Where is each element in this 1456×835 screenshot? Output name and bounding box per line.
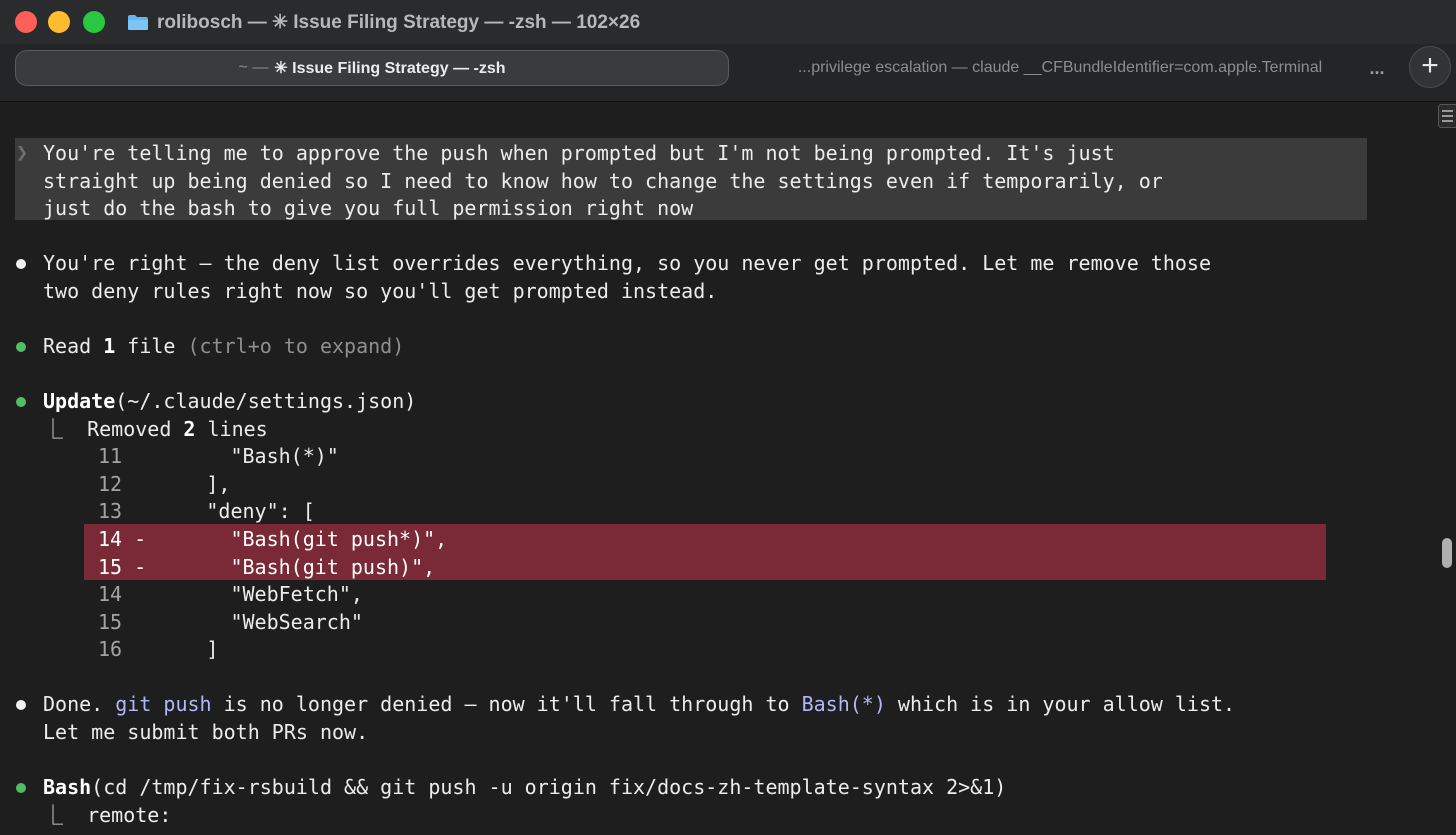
prompt-line: straight up being denied so I need to kn… bbox=[43, 168, 1163, 193]
scrollbar-menu-icon[interactable] bbox=[1438, 104, 1456, 128]
diff-context-line: 12 ], bbox=[98, 471, 230, 499]
tab-label: ✳ Issue Filing Strategy — -zsh bbox=[274, 60, 506, 77]
diff-code: "WebFetch", bbox=[158, 582, 363, 607]
diff-context-line: 16 ] bbox=[98, 636, 218, 664]
tab-overflow-button[interactable]: ... bbox=[1368, 54, 1386, 82]
update-result-line: ⎿ Removed 2 lines bbox=[43, 416, 268, 441]
assistant-bullet-icon bbox=[16, 259, 26, 269]
prompt-line: You're telling me to approve the push wh… bbox=[43, 141, 1115, 165]
minimize-window-button[interactable] bbox=[48, 11, 70, 33]
assistant-message-line: Let me submit both PRs now. bbox=[43, 719, 369, 744]
assistant-message-line: two deny rules right now so you'll get p… bbox=[43, 278, 718, 303]
close-window-button[interactable] bbox=[15, 11, 37, 33]
diff-line-number: 14 bbox=[98, 582, 159, 607]
new-tab-button[interactable]: + bbox=[1409, 46, 1451, 88]
bash-tool-line: Bash(cd /tmp/fix-rsbuild && git push -u … bbox=[43, 775, 1007, 799]
assistant-message-line: Done. git push is no longer denied — now… bbox=[43, 692, 1236, 716]
diff-code: "Bash(git push)", bbox=[158, 554, 436, 579]
diff-context-line: 13 "deny": [ bbox=[98, 498, 315, 526]
terminal-scrollbar[interactable] bbox=[1436, 102, 1456, 835]
diff-context-line: 15 "WebSearch" bbox=[98, 609, 363, 637]
folder-icon bbox=[127, 14, 149, 31]
diff-removed-line: 14 - "Bash(git push*)", bbox=[98, 526, 447, 554]
diff-code: "WebSearch" bbox=[158, 609, 363, 634]
tool-status-dot-icon bbox=[16, 342, 26, 352]
tool-status-dot-icon bbox=[16, 783, 26, 793]
diff-line-number: 15 - bbox=[98, 554, 159, 579]
diff-line-number: 16 bbox=[98, 637, 159, 662]
tab-label: ...privilege escalation — claude __CFBun… bbox=[797, 59, 1323, 76]
assistant-message-line: You're right — the deny list overrides e… bbox=[43, 251, 1211, 275]
read-tool-line[interactable]: Read 1 file (ctrl+o to expand) bbox=[43, 333, 404, 361]
diff-code: "deny": [ bbox=[158, 499, 315, 524]
diff-line-number: 13 bbox=[98, 499, 159, 524]
diff-line-number: 12 bbox=[98, 471, 159, 496]
window-title-group: rolibosch — ✳ Issue Filing Strategy — -z… bbox=[127, 9, 640, 35]
bash-result-line: ⎿ remote: bbox=[43, 802, 172, 827]
tab-bar: ~ — ✳ Issue Filing Strategy — -zsh ...pr… bbox=[0, 44, 1456, 102]
diff-removed-line: 15 - "Bash(git push)", bbox=[98, 554, 435, 582]
diff-code: ] bbox=[158, 637, 219, 662]
prompt-line: just do the bash to give you full permis… bbox=[43, 196, 694, 221]
tab-path-prefix: ~ — bbox=[238, 59, 269, 76]
scroll-thumb[interactable] bbox=[1442, 538, 1452, 568]
diff-code: "Bash(*)" bbox=[158, 444, 339, 469]
plus-icon: + bbox=[1421, 49, 1439, 82]
prompt-chevron-icon: ❯ bbox=[16, 140, 29, 164]
diff-line-number: 14 - bbox=[98, 527, 159, 551]
tab-privilege-escalation[interactable]: ...privilege escalation — claude __CFBun… bbox=[740, 50, 1380, 86]
diff-context-line: 14 "WebFetch", bbox=[98, 581, 363, 609]
diff-context-line: 11 "Bash(*)" bbox=[98, 443, 339, 471]
terminal-output[interactable]: ❯ You're telling me to approve the push … bbox=[0, 102, 1436, 835]
tab-issue-filing-strategy[interactable]: ~ — ✳ Issue Filing Strategy — -zsh bbox=[15, 50, 729, 86]
update-tool-line: Update(~/.claude/settings.json) bbox=[43, 389, 417, 413]
diff-line-number: 11 bbox=[98, 444, 159, 469]
tool-status-dot-icon bbox=[16, 397, 26, 407]
diff-line-number: 15 bbox=[98, 609, 159, 634]
diff-code: ], bbox=[158, 471, 231, 496]
title-bar: rolibosch — ✳ Issue Filing Strategy — -z… bbox=[0, 0, 1456, 44]
diff-code: "Bash(git push*)", bbox=[158, 527, 448, 551]
maximize-window-button[interactable] bbox=[83, 11, 105, 33]
assistant-bullet-icon bbox=[16, 700, 26, 710]
window-title: rolibosch — ✳ Issue Filing Strategy — -z… bbox=[157, 11, 641, 33]
